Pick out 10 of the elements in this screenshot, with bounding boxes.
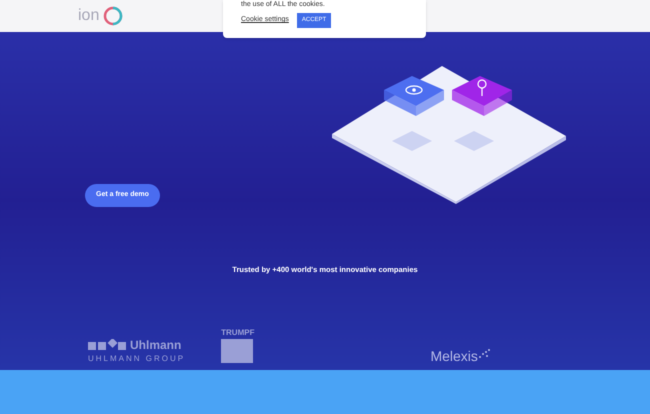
dots-logo-icon	[478, 349, 490, 360]
squares-logo-icon	[88, 339, 126, 352]
logo-subtitle: UHLMANN GROUP	[88, 355, 186, 364]
logo-block	[221, 339, 254, 364]
logo-name: Uhlmann	[130, 339, 182, 352]
pin-puzzle-icon	[452, 76, 512, 116]
eye-puzzle-icon	[384, 76, 444, 116]
logo-name: TRUMPF	[221, 329, 254, 338]
logo-name: Melexis	[430, 349, 478, 364]
ring-logo-icon	[103, 6, 124, 26]
